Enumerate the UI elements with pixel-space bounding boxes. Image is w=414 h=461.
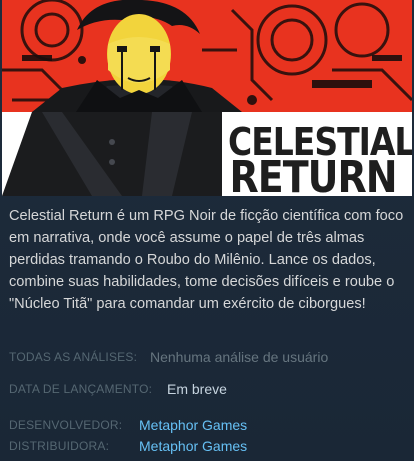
- reviews-value[interactable]: Nenhuma análise de usuário: [150, 349, 328, 365]
- game-logo-line2: RETURN: [229, 151, 397, 196]
- developer-label: DESENVOLVEDOR:: [9, 418, 123, 432]
- publisher-label: DISTRIBUIDORA:: [9, 439, 110, 453]
- game-info-panel: CELESTIAL RETURN Celestial Return é um R…: [0, 0, 414, 461]
- header-capsule-image[interactable]: CELESTIAL RETURN: [2, 0, 412, 196]
- cyborg-character-art: [2, 0, 412, 112]
- release-date-value: Em breve: [167, 381, 227, 397]
- release-date-label: DATA DE LANÇAMENTO:: [9, 382, 153, 396]
- key-art: [2, 0, 412, 112]
- reviews-label: TODAS AS ANÁLISES:: [9, 350, 138, 364]
- character-shoulders-art: [2, 112, 222, 196]
- developer-link[interactable]: Metaphor Games: [139, 417, 247, 433]
- game-description: Celestial Return é um RPG Noir de ficção…: [9, 208, 404, 312]
- publisher-link[interactable]: Metaphor Games: [139, 438, 247, 454]
